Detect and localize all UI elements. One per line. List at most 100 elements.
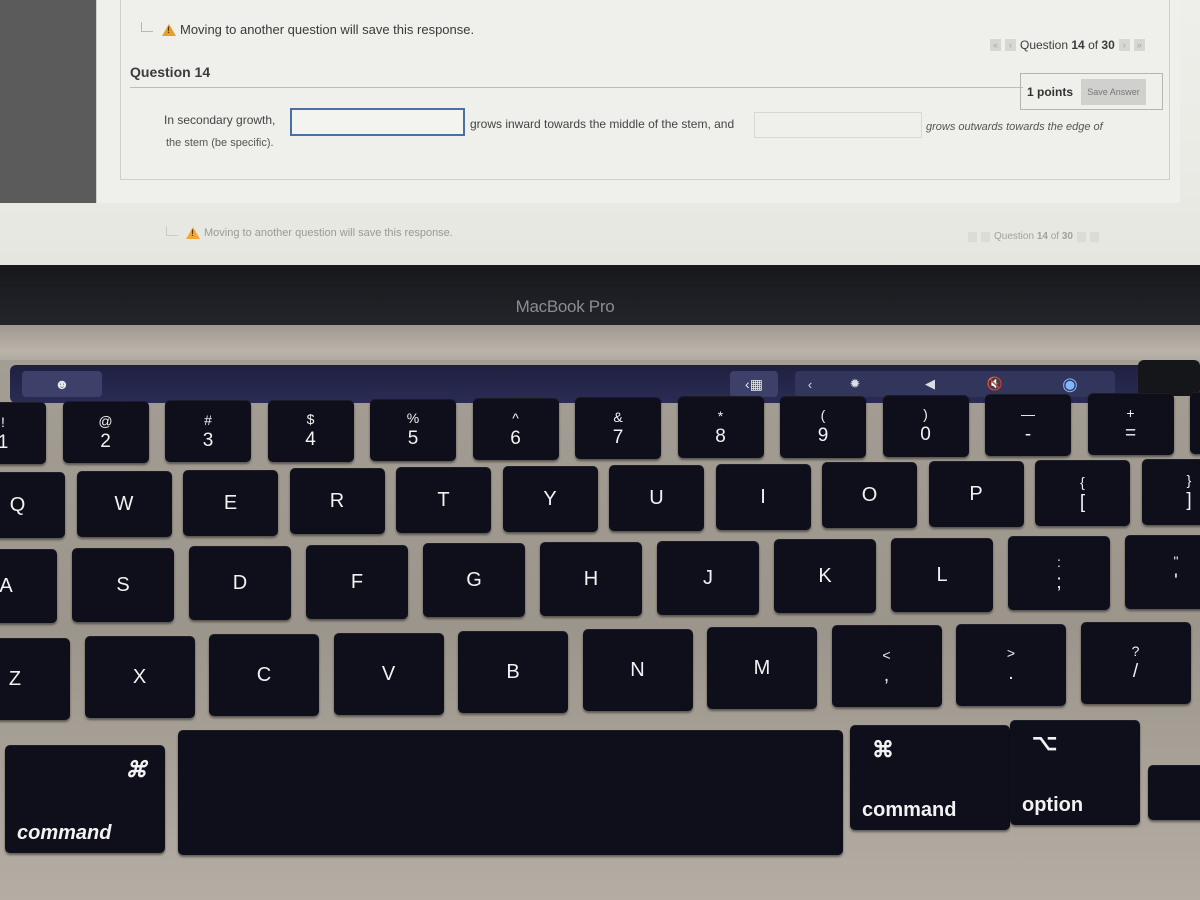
key-shift-label: — <box>1021 405 1035 422</box>
key-x[interactable]: X <box>84 636 195 719</box>
key-q[interactable]: Q <box>0 472 65 538</box>
key-i[interactable]: I <box>715 463 811 530</box>
key-label: W <box>114 492 134 515</box>
first-question-button[interactable]: « <box>990 39 1001 51</box>
key-7[interactable]: & 7 <box>575 397 661 460</box>
question-counter-of: of <box>1047 231 1062 242</box>
return-arrow-icon <box>141 22 153 32</box>
control-strip-expand-icon[interactable]: ‹ <box>795 371 825 397</box>
key-0[interactable]: ) 0 <box>882 394 969 457</box>
right-command-key[interactable]: ⌘ command <box>850 725 1010 830</box>
key-;[interactable]: :; <box>1008 536 1110 611</box>
key-u[interactable]: U <box>609 464 704 531</box>
key-delete[interactable]: de <box>1190 392 1200 455</box>
key-shift-label: * <box>717 407 724 424</box>
save-answer-button[interactable]: Save Answer <box>1081 78 1147 105</box>
key-3[interactable]: #3 <box>165 400 251 463</box>
key-base-label: 0 <box>920 424 931 446</box>
warning-icon <box>162 23 176 36</box>
key-v[interactable]: V <box>333 632 444 715</box>
key-y[interactable]: Y <box>502 466 598 532</box>
key-base-label: . <box>1008 663 1014 685</box>
space-bar[interactable] <box>178 730 843 855</box>
key-/[interactable]: ? / <box>1080 621 1191 704</box>
key-g[interactable]: G <box>423 543 525 618</box>
key-label: U <box>649 486 664 509</box>
answer-blank-1-input[interactable] <box>290 108 465 136</box>
save-warning-bottom: Moving to another question will save thi… <box>186 227 453 239</box>
key-8[interactable]: * 8 <box>677 396 764 459</box>
last-question-button[interactable] <box>1089 231 1099 242</box>
previous-question-button[interactable] <box>981 231 990 242</box>
key-z[interactable]: Z <box>0 638 70 720</box>
key-base-label: 9 <box>817 425 829 447</box>
key-base-label: 4 <box>305 429 316 451</box>
title-divider <box>130 87 1023 88</box>
command-icon: ⌘ <box>125 757 147 782</box>
key-k[interactable]: K <box>774 539 876 614</box>
key-,[interactable]: <, <box>831 625 942 708</box>
key-b[interactable]: B <box>458 630 568 713</box>
key-n[interactable]: N <box>582 629 693 711</box>
key-base-label: / <box>1132 661 1139 683</box>
touch-id-power-key[interactable] <box>1138 360 1200 396</box>
key-label: S <box>116 573 130 596</box>
key-=[interactable]: + = <box>1087 393 1174 456</box>
key-6[interactable]: ^ 6 <box>472 398 559 460</box>
answer-blank-2-input[interactable] <box>754 112 922 138</box>
key-base-label: ' <box>1174 570 1178 592</box>
key-h[interactable]: H <box>540 542 642 616</box>
key-r[interactable]: R <box>289 468 385 535</box>
key-label: J <box>703 566 713 589</box>
next-question-button[interactable] <box>1076 231 1086 242</box>
previous-question-button[interactable]: ‹ <box>1005 39 1016 51</box>
key-base-label: 5 <box>407 428 419 450</box>
first-question-button[interactable] <box>968 231 977 242</box>
right-option-key[interactable]: ⌥ option <box>1010 720 1140 825</box>
key-shift-label: " <box>1173 552 1179 569</box>
key-[[interactable]: {[ <box>1035 460 1130 526</box>
emoji-icon[interactable]: ☻ <box>22 371 102 397</box>
key-5[interactable]: % 5 <box>370 398 456 461</box>
key-.[interactable]: >. <box>956 623 1066 706</box>
model-label: MacBook Pro <box>515 297 615 316</box>
key--[interactable]: — - <box>985 394 1071 456</box>
key-o[interactable]: O <box>822 462 917 529</box>
key-4[interactable]: $4 <box>267 399 354 462</box>
key-2[interactable]: @2 <box>62 401 149 464</box>
key-p[interactable]: P <box>928 461 1024 528</box>
last-question-button[interactable]: » <box>1133 39 1145 51</box>
key-9[interactable]: (9 <box>780 395 866 458</box>
volume-icon[interactable]: ◀ <box>905 371 955 397</box>
key-label: R <box>329 490 345 513</box>
key-w[interactable]: W <box>76 470 172 537</box>
key-label: G <box>466 569 482 592</box>
key-d[interactable]: D <box>189 546 291 621</box>
key-m[interactable]: M <box>707 627 817 710</box>
key-s[interactable]: S <box>72 547 174 622</box>
next-question-button[interactable]: › <box>1118 39 1130 51</box>
question-stem-part1: In secondary growth, <box>164 113 276 127</box>
key-1[interactable]: ! 1 <box>0 402 46 464</box>
key-f[interactable]: F <box>306 544 408 619</box>
key-][interactable]: }] <box>1141 458 1200 525</box>
key-shift-label: % <box>406 410 420 427</box>
key-a[interactable]: A <box>0 549 57 623</box>
left-arrow-key[interactable] <box>1148 765 1200 820</box>
left-command-key[interactable]: ⌘ command <box>5 745 165 853</box>
key-label: T <box>437 489 450 512</box>
key-c[interactable]: C <box>209 634 319 717</box>
key-l[interactable]: L <box>891 537 993 612</box>
brightness-icon[interactable]: ✹ <box>830 371 880 397</box>
keyboard-collapse-icon[interactable]: ‹▦ <box>730 371 778 397</box>
key-'[interactable]: " ' <box>1125 535 1200 609</box>
screen-left-margin <box>0 0 96 203</box>
key-base-label: = <box>1124 422 1137 444</box>
key-j[interactable]: J <box>657 540 759 615</box>
key-shift-label: } <box>1186 472 1192 489</box>
key-e[interactable]: E <box>183 469 278 536</box>
points-box: 1 points Save Answer <box>1020 73 1163 110</box>
key-shift-label: ^ <box>512 409 519 426</box>
key-label: K <box>818 565 832 588</box>
key-t[interactable]: T <box>396 467 491 534</box>
